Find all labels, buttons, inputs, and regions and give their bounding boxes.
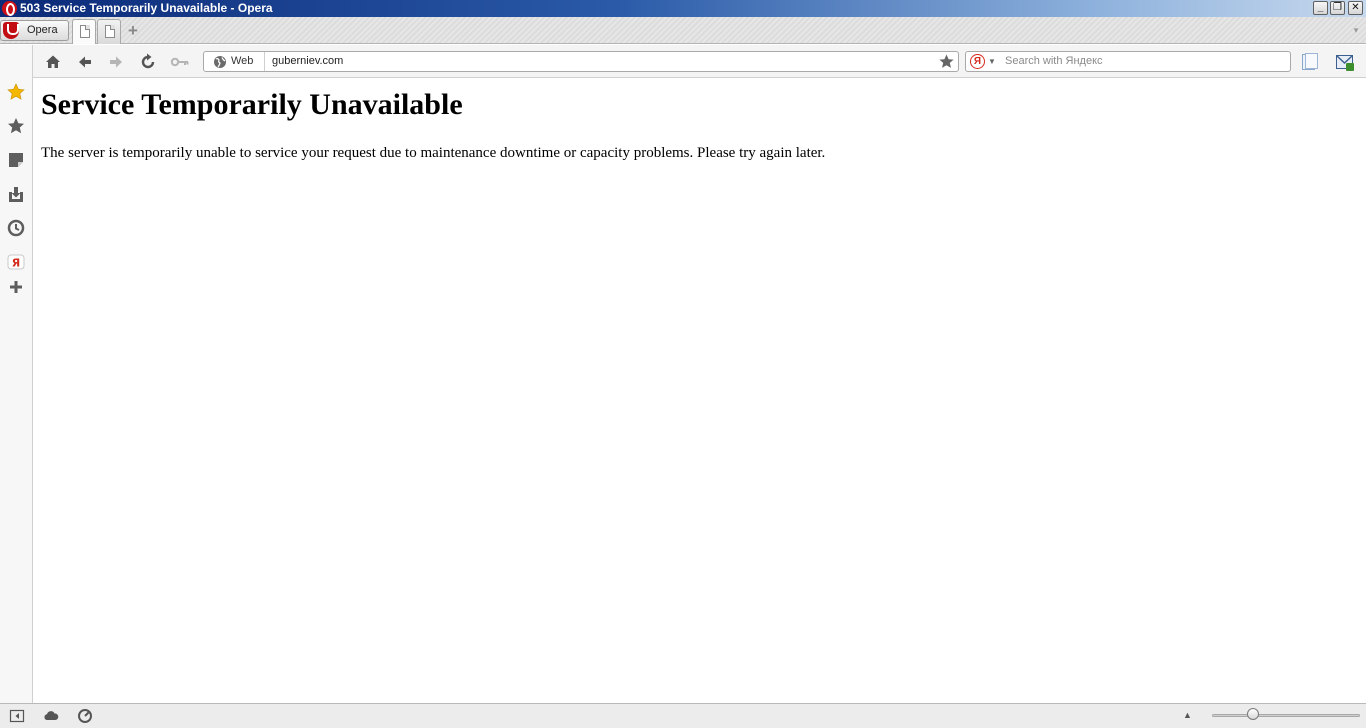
page-viewport: Service Temporarily Unavailable The serv…: [33, 79, 1366, 703]
yandex-icon: Я: [970, 54, 985, 69]
reload-icon: [141, 53, 155, 69]
back-arrow-icon: [79, 56, 91, 68]
opera-logo-icon: [3, 22, 19, 39]
tab-bar: Opera + ▾: [0, 17, 1366, 44]
notes-icon[interactable]: [6, 150, 26, 170]
address-input[interactable]: guberniev.com: [272, 55, 343, 67]
reload-button[interactable]: [137, 51, 159, 73]
site-info-label: Web: [231, 55, 254, 67]
page-icon: [80, 25, 90, 38]
status-bar: ▲: [0, 703, 1366, 728]
history-clock-icon[interactable]: [6, 218, 26, 238]
search-engine-selector[interactable]: Я ▼: [970, 54, 1000, 70]
opera-menu-button[interactable]: Opera: [0, 20, 69, 41]
downloads-icon[interactable]: [6, 184, 26, 204]
panel-toggle-icon[interactable]: [1300, 52, 1320, 72]
page-icon: [105, 25, 115, 38]
close-button[interactable]: ✕: [1348, 1, 1363, 15]
yandex-panel-icon[interactable]: Я: [6, 252, 26, 272]
zoom-slider-thumb[interactable]: [1247, 708, 1260, 720]
forward-button[interactable]: [105, 51, 127, 73]
yandex-glyph: Я: [12, 257, 20, 270]
view-options-arrow-icon[interactable]: ▲: [1183, 710, 1192, 720]
opera-unite-cloud-icon[interactable]: [43, 709, 59, 723]
navigation-toolbar: Web guberniev.com Я ▼ Search with Яндекс: [33, 45, 1366, 78]
zoom-slider[interactable]: [1212, 714, 1360, 717]
minimize-button[interactable]: _: [1313, 1, 1328, 15]
site-info-button[interactable]: Web: [204, 52, 265, 71]
opera-logo-icon: [2, 1, 17, 16]
key-icon: [170, 57, 189, 67]
tab-list-chevron-icon[interactable]: ▾: [1350, 25, 1362, 35]
page-message: The server is temporarily unable to serv…: [41, 145, 826, 161]
opera-menu-label: Opera: [27, 24, 58, 36]
tab-inactive[interactable]: [97, 19, 121, 44]
forward-arrow-icon: [110, 56, 122, 68]
add-panel-icon[interactable]: [6, 277, 26, 297]
show-panels-icon[interactable]: [9, 709, 25, 723]
bookmark-star-icon[interactable]: [938, 53, 955, 70]
new-tab-button[interactable]: +: [124, 22, 142, 40]
back-button[interactable]: [74, 51, 96, 73]
page-heading: Service Temporarily Unavailable: [41, 88, 463, 121]
search-bar[interactable]: Я ▼ Search with Яндекс: [965, 51, 1291, 72]
password-key-button[interactable]: [169, 51, 191, 73]
window-title: 503 Service Temporarily Unavailable - Op…: [20, 1, 273, 15]
tab-active[interactable]: [72, 19, 96, 44]
search-input[interactable]: Search with Яндекс: [1005, 55, 1103, 67]
speed-dial-icon[interactable]: [6, 82, 26, 102]
restore-button[interactable]: ❐: [1330, 1, 1345, 15]
opera-turbo-gauge-icon[interactable]: [77, 708, 93, 724]
side-panel: Я: [0, 45, 33, 703]
globe-icon: [214, 56, 226, 68]
bookmarks-icon[interactable]: [6, 116, 26, 136]
title-bar: 503 Service Temporarily Unavailable - Op…: [0, 0, 1366, 17]
address-bar[interactable]: Web guberniev.com: [203, 51, 959, 72]
dropdown-caret-icon: ▼: [988, 57, 996, 66]
home-icon: [46, 55, 60, 68]
mail-icon[interactable]: [1335, 52, 1355, 72]
home-button[interactable]: [42, 51, 64, 73]
